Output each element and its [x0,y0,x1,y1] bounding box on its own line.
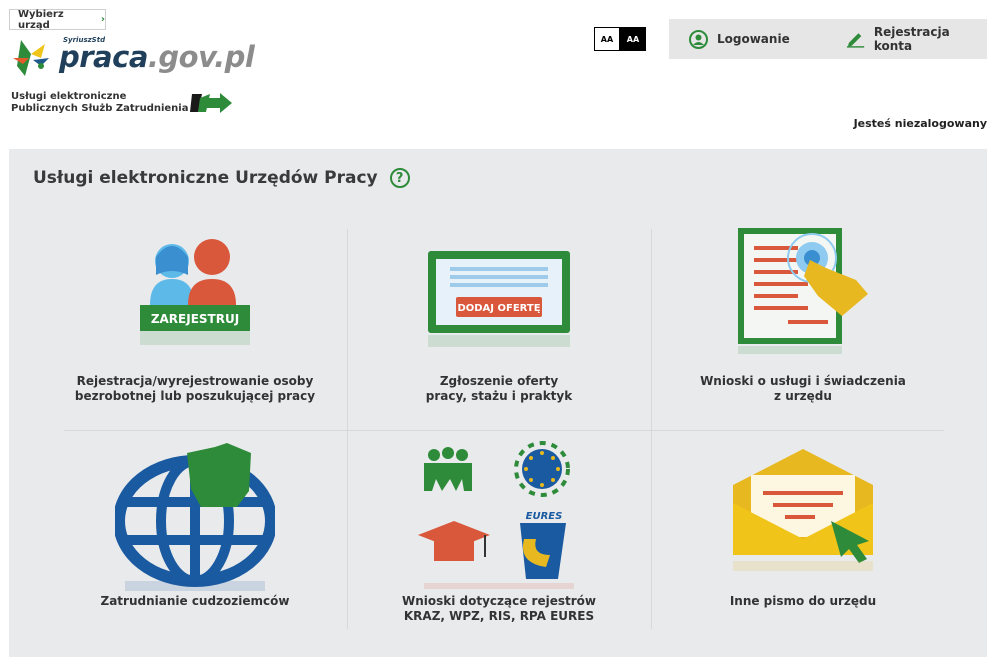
pencil-icon [846,33,864,48]
login-status: Jesteś niezalogowany [853,117,987,130]
tile-label-line1: Wnioski o usługi i świadczenia [700,374,906,388]
login-label: Logowanie [717,32,790,46]
auth-bar: Logowanie Rejestracja konta [669,19,987,59]
tile-other-letter[interactable]: Inne pismo do urzędu [653,439,953,639]
register-link[interactable]: Rejestracja konta [846,25,987,53]
subtitle-line2: Publicznych Służb Zatrudnienia [11,103,189,114]
logo-text-part1: praca [59,40,148,74]
tile-label-line1: Zgłoszenie oferty [439,374,559,388]
logo-text: praca.gov.pl [59,40,255,74]
tile-label-line1: Inne pismo do urzędu [729,594,877,608]
contrast-switch: AA AA [594,27,646,51]
tile-label-line1: Rejestracja/wyrejestrowanie osoby [76,374,314,388]
divider [64,430,944,431]
chevron-right-icon: › [100,14,105,25]
page-title: Usługi elektroniczne Urzędów Pracy ? [33,168,410,188]
tile-label-line2: bezrobotnej lub poszukującej pracy [74,389,316,403]
logo[interactable]: SyriuszStd praca.gov.pl [11,34,255,84]
globe-poland-icon [115,443,275,591]
tile-label-line2: pracy, stażu i praktyk [425,389,573,403]
page-title-text: Usługi elektroniczne Urzędów Pracy [33,168,378,188]
subtitle-line1: Usługi elektroniczne [11,91,127,102]
tile-registration[interactable]: ZAREJESTRUJ Rejestracja/wyrejestrowanie … [45,219,345,419]
tile-label-line1: Zatrudnianie cudzoziemców [100,594,290,608]
tile-label-line2: z urzędu [774,389,832,403]
contrast-normal-button[interactable]: AA [594,27,620,51]
job-offer-icon: DODAJ OFERTĘ [428,251,570,347]
tile-label-line2: KRAZ, WPZ, RIS, RPA EURES [403,609,595,623]
registers-icons: EURES [418,441,574,589]
tile-applications[interactable]: Wnioski o usługi i świadczenia z urzędu [653,219,953,419]
contrast-high-button[interactable]: AA [620,27,646,51]
document-touch-icon [738,228,868,354]
envelope-cursor-icon [733,449,873,571]
services-panel: Usługi elektroniczne Urzędów Pracy ? ZAR… [9,149,987,657]
choose-office-label: Wybierz urząd [18,8,64,31]
offer-badge-text: DODAJ OFERTĘ [457,303,540,314]
login-link[interactable]: Logowanie [689,29,790,49]
tile-job-offer[interactable]: DODAJ OFERTĘ Zgłoszenie oferty pracy, st… [349,219,649,419]
logo-figure-icon [13,40,49,76]
register-badge-text: ZAREJESTRUJ [151,312,239,326]
divider [347,229,348,629]
logo-text-part2: .gov.pl [147,40,255,74]
tile-foreigners[interactable]: Zatrudnianie cudzoziemców [45,439,345,639]
tile-label-line1: Wnioski dotyczące rejestrów [401,594,596,608]
eures-badge-text: EURES [526,511,563,522]
people-register-icon: ZAREJESTRUJ [140,239,250,345]
help-icon[interactable]: ? [389,168,410,188]
tile-registers[interactable]: EURES Wnioski dotyczące rejestrów KRAZ, … [349,439,649,639]
divider [651,229,652,629]
choose-office-button[interactable]: Wybierz urząd › [9,8,106,31]
user-circle-icon [689,29,708,49]
site-subtitle: Usługi elektroniczne Publicznych Służb Z… [11,91,188,115]
register-label: Rejestracja konta [873,25,950,53]
psz-logo-icon [190,93,232,113]
